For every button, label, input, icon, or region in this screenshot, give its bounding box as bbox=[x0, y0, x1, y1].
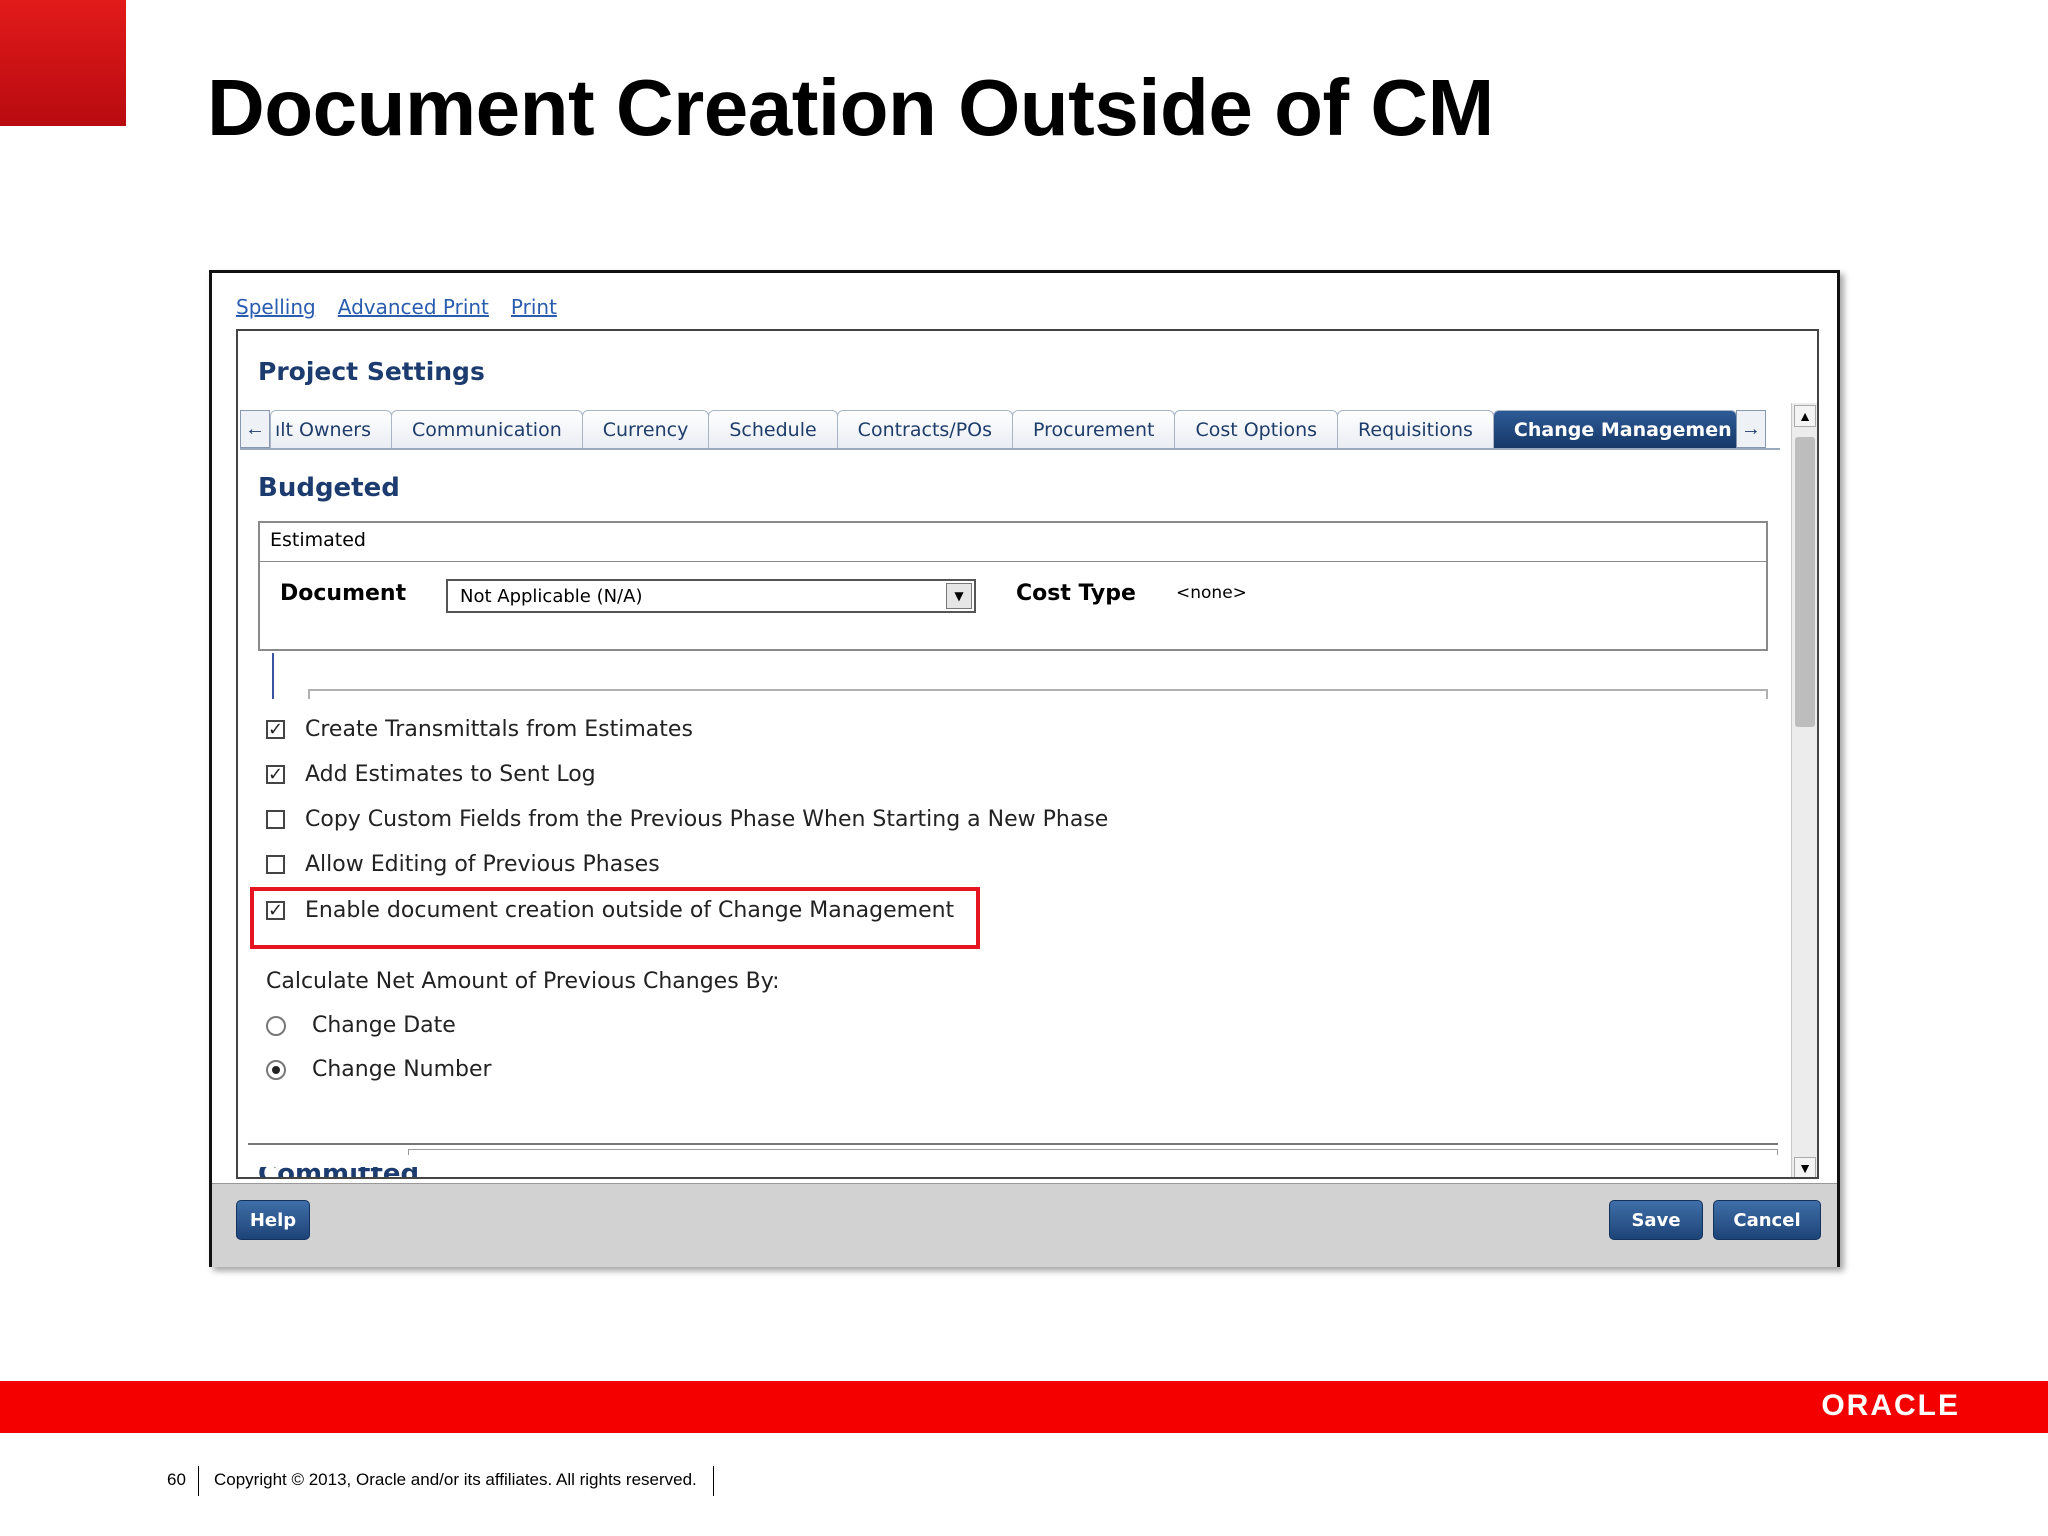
cost-type-value: <none> bbox=[1176, 583, 1247, 603]
radio-button[interactable] bbox=[266, 1015, 286, 1036]
option-label: Create Transmittals from Estimates bbox=[305, 717, 693, 742]
copyright-text: Copyright © 2013, Oracle and/or its affi… bbox=[214, 1470, 697, 1489]
radio-button-selected[interactable] bbox=[266, 1059, 286, 1080]
divider bbox=[272, 653, 274, 699]
save-button[interactable]: Save bbox=[1609, 1200, 1703, 1240]
scroll-up-icon[interactable]: ▲ bbox=[1794, 405, 1816, 427]
tab-currency[interactable]: Currency bbox=[581, 410, 710, 448]
spelling-link[interactable]: Spelling bbox=[236, 295, 316, 319]
radio-label: Change Number bbox=[312, 1057, 492, 1082]
divider bbox=[198, 1466, 199, 1496]
tab-change-management[interactable]: Change Managemen bbox=[1492, 410, 1737, 448]
option-add-estimates[interactable]: ✓ Add Estimates to Sent Log bbox=[266, 762, 596, 787]
scrollbar-thumb[interactable] bbox=[1795, 437, 1815, 727]
checkbox-checked[interactable]: ✓ bbox=[266, 901, 285, 920]
divider bbox=[260, 561, 1766, 562]
arrow-left-icon[interactable]: ← bbox=[240, 410, 270, 448]
tab-cost-options[interactable]: Cost Options bbox=[1174, 410, 1339, 448]
cancel-button[interactable]: Cancel bbox=[1713, 1200, 1821, 1240]
button-bar: Help Save Cancel bbox=[212, 1183, 1837, 1267]
divider bbox=[713, 1466, 714, 1496]
option-create-transmittals[interactable]: ✓ Create Transmittals from Estimates bbox=[266, 717, 693, 742]
tab-schedule[interactable]: Schedule bbox=[708, 410, 838, 448]
check-icon: ✓ bbox=[267, 899, 284, 921]
tab-default-owners[interactable]: ılt Owners bbox=[270, 410, 392, 448]
scroll-down-icon[interactable]: ▼ bbox=[1794, 1157, 1816, 1177]
checkbox-checked[interactable]: ✓ bbox=[266, 765, 285, 784]
cost-type-label: Cost Type bbox=[1016, 581, 1136, 606]
radio-change-date[interactable]: Change Date bbox=[266, 1013, 456, 1038]
option-label: Allow Editing of Previous Phases bbox=[305, 852, 660, 877]
estimated-legend: Estimated bbox=[270, 529, 366, 551]
document-label: Document bbox=[280, 581, 407, 606]
page-number: 60 bbox=[167, 1470, 186, 1489]
option-label: Enable document creation outside of Chan… bbox=[305, 898, 955, 923]
red-corner-accent bbox=[0, 0, 126, 126]
chevron-down-icon[interactable]: ▼ bbox=[946, 583, 972, 609]
help-button[interactable]: Help bbox=[236, 1200, 310, 1240]
radio-change-number[interactable]: Change Number bbox=[266, 1057, 492, 1082]
divider bbox=[248, 1143, 1778, 1145]
arrow-right-icon[interactable]: → bbox=[1735, 410, 1766, 448]
divider bbox=[308, 689, 1768, 699]
checkbox-unchecked[interactable] bbox=[266, 855, 285, 874]
calc-net-amount-label: Calculate Net Amount of Previous Changes… bbox=[266, 969, 780, 994]
print-link[interactable]: Print bbox=[511, 295, 557, 319]
checkbox-checked[interactable]: ✓ bbox=[266, 720, 285, 739]
option-allow-editing[interactable]: Allow Editing of Previous Phases bbox=[266, 852, 660, 877]
tab-requisitions[interactable]: Requisitions bbox=[1337, 410, 1494, 448]
checkbox-unchecked[interactable] bbox=[266, 810, 285, 829]
option-enable-document-creation[interactable]: ✓ Enable document creation outside of Ch… bbox=[266, 898, 954, 923]
radio-label: Change Date bbox=[312, 1013, 456, 1038]
document-select[interactable]: Not Applicable (N/A) ▼ bbox=[446, 579, 976, 613]
tab-bar: ← ılt Owners Communication Currency Sche… bbox=[240, 408, 1780, 450]
advanced-print-link[interactable]: Advanced Print bbox=[338, 295, 489, 319]
check-icon: ✓ bbox=[267, 718, 284, 740]
section-title-committed: Committed bbox=[258, 1167, 419, 1177]
application-screenshot: Spelling Advanced Print Print Project Se… bbox=[209, 270, 1840, 1267]
estimated-group: Estimated Document Not Applicable (N/A) … bbox=[258, 521, 1768, 651]
divider bbox=[408, 1149, 1778, 1155]
option-label: Add Estimates to Sent Log bbox=[305, 762, 596, 787]
toolbar-links: Spelling Advanced Print Print bbox=[236, 295, 557, 319]
option-label: Copy Custom Fields from the Previous Pha… bbox=[305, 807, 1109, 832]
project-settings-panel: Project Settings ← ılt Owners Communicat… bbox=[236, 329, 1819, 1179]
option-copy-custom-fields[interactable]: Copy Custom Fields from the Previous Pha… bbox=[266, 807, 1108, 832]
document-select-value: Not Applicable (N/A) bbox=[460, 586, 643, 607]
vertical-scrollbar[interactable]: ▲ ▼ bbox=[1791, 403, 1817, 1177]
footer-red-band: ORACLE bbox=[0, 1381, 2048, 1433]
tab-communication[interactable]: Communication bbox=[390, 410, 583, 448]
panel-title: Project Settings bbox=[258, 357, 485, 386]
slide-title: Document Creation Outside of CM bbox=[207, 63, 1494, 152]
oracle-logo: ORACLE bbox=[1821, 1389, 1960, 1422]
tab-procurement[interactable]: Procurement bbox=[1012, 410, 1176, 448]
tab-contracts-pos[interactable]: Contracts/POs bbox=[836, 410, 1014, 448]
section-title-budgeted: Budgeted bbox=[258, 473, 400, 503]
check-icon: ✓ bbox=[267, 763, 284, 785]
